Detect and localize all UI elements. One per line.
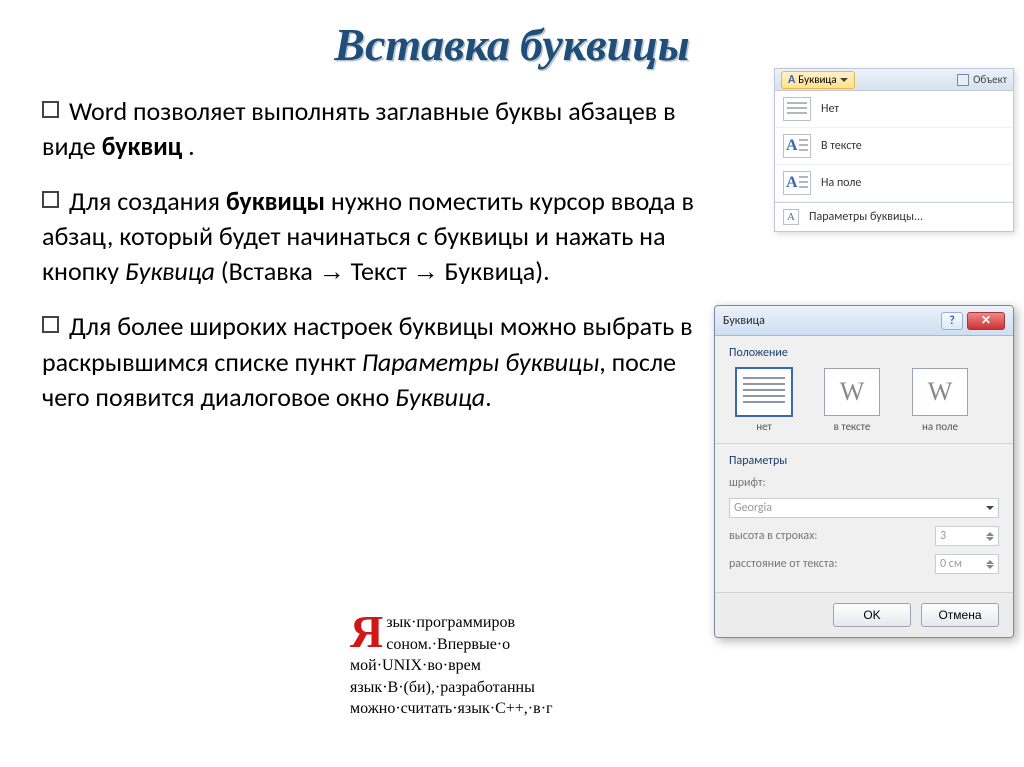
dialog-footer: OK Отмена bbox=[715, 592, 1013, 637]
main-content: Word позволяет выполнять заглавные буквы… bbox=[0, 72, 720, 415]
chevron-down-icon bbox=[986, 506, 994, 510]
example-line: язык·B·(би),·разработанны bbox=[350, 679, 535, 696]
pos-label: нет bbox=[756, 420, 772, 433]
example-line: соном.·Впервые·о bbox=[386, 636, 510, 653]
italic-text: Буквица bbox=[125, 255, 215, 287]
italic-text: Параметры буквицы bbox=[362, 346, 600, 378]
page-title: Вставка буквицы bbox=[0, 0, 1024, 72]
text: Для создания bbox=[69, 185, 226, 217]
font-label: шрифт: bbox=[729, 476, 999, 490]
text: (Вставка bbox=[215, 255, 319, 287]
dialog-body: Положение нет W в тексте W на поле Парам… bbox=[715, 336, 1013, 592]
bold-text: буквиц bbox=[102, 130, 183, 162]
text: Текст bbox=[345, 255, 413, 287]
help-button[interactable]: ? bbox=[941, 312, 963, 330]
dropcap-dialog: Буквица ? ✕ Положение нет W в тексте W н… bbox=[714, 305, 1014, 638]
font-row: шрифт: bbox=[729, 476, 999, 490]
spinner-buttons[interactable] bbox=[986, 532, 994, 541]
text: . bbox=[485, 381, 492, 413]
dropdown-list: Нет A В тексте A На поле A Параметры бук… bbox=[775, 91, 1013, 231]
dropdown-item-params[interactable]: A Параметры буквицы... bbox=[775, 202, 1013, 231]
dropcap-ribbon-button[interactable]: A Буквица bbox=[781, 71, 855, 89]
arrow-icon: → bbox=[413, 256, 439, 286]
distance-row: расстояние от текста: 0 см bbox=[729, 554, 999, 574]
bullet-icon bbox=[42, 101, 59, 118]
dialog-title: Буквица bbox=[723, 314, 765, 328]
text: Буквица). bbox=[439, 255, 550, 287]
object-icon bbox=[957, 74, 969, 86]
button-label: Буквица bbox=[798, 73, 836, 86]
dropcap-in-text-icon: A bbox=[783, 134, 811, 158]
ribbon-dropdown: A Буквица Объект Нет A В тексте A На пол… bbox=[774, 68, 1014, 232]
pos-in-text-icon: W bbox=[824, 368, 880, 416]
item-label: Параметры буквицы... bbox=[809, 210, 923, 224]
text: . bbox=[182, 130, 194, 162]
height-row: высота в строках: 3 bbox=[729, 526, 999, 546]
position-in-text[interactable]: W в тексте bbox=[817, 368, 887, 433]
pos-label: в тексте bbox=[834, 420, 871, 433]
height-value: 3 bbox=[940, 529, 946, 543]
italic-text: Буквица bbox=[395, 381, 485, 413]
section-position-label: Положение bbox=[729, 346, 999, 360]
dropdown-item-none[interactable]: Нет bbox=[775, 91, 1013, 128]
font-select[interactable]: Georgia bbox=[729, 498, 999, 518]
bullet-icon bbox=[42, 316, 59, 333]
dropdown-item-in-margin[interactable]: A На поле bbox=[775, 165, 1013, 202]
item-label: На поле bbox=[821, 176, 861, 190]
section-params-label: Параметры bbox=[729, 454, 999, 468]
example-line: можно·считать·язык·С++,·в·г bbox=[350, 700, 553, 717]
distance-value: 0 см bbox=[940, 557, 962, 571]
pos-label: на поле bbox=[922, 420, 958, 433]
spinner-buttons[interactable] bbox=[986, 560, 994, 569]
example-line: мой·UNIX·во·врем bbox=[350, 657, 481, 674]
height-label: высота в строках: bbox=[729, 529, 935, 543]
bullet-1: Word позволяет выполнять заглавные буквы… bbox=[42, 94, 720, 164]
distance-spinner[interactable]: 0 см bbox=[935, 554, 999, 574]
arrow-icon: → bbox=[319, 256, 345, 286]
cancel-button[interactable]: Отмена bbox=[921, 603, 999, 627]
object-ribbon-button[interactable]: Объект bbox=[957, 73, 1007, 86]
item-label: Нет bbox=[821, 102, 839, 116]
bold-text: буквицы bbox=[226, 185, 325, 217]
bullet-2: Для создания буквицы нужно поместить кур… bbox=[42, 184, 720, 289]
ok-button[interactable]: OK bbox=[833, 603, 911, 627]
bullet-3: Для более широких настроек буквицы можно… bbox=[42, 309, 720, 414]
no-dropcap-icon bbox=[783, 97, 811, 121]
pos-in-margin-icon: W bbox=[912, 368, 968, 416]
dropcap-in-margin-icon: A bbox=[783, 171, 811, 195]
button-label: Объект bbox=[973, 73, 1007, 86]
dialog-titlebar: Буквица ? ✕ bbox=[715, 306, 1013, 336]
pos-none-icon bbox=[736, 368, 792, 416]
dropcap-example: Я зык·программиров соном.·Впервые·о мой·… bbox=[350, 612, 720, 720]
chevron-down-icon bbox=[840, 78, 848, 82]
settings-a-icon: A bbox=[783, 209, 799, 225]
ribbon-toolbar: A Буквица Объект bbox=[775, 69, 1013, 91]
height-spinner[interactable]: 3 bbox=[935, 526, 999, 546]
bullet-icon bbox=[42, 191, 59, 208]
distance-label: расстояние от текста: bbox=[729, 557, 935, 571]
position-none[interactable]: нет bbox=[729, 368, 799, 433]
dropcap-letter: Я bbox=[350, 614, 383, 652]
letter-a-icon: A bbox=[788, 73, 795, 87]
font-value: Georgia bbox=[734, 501, 772, 515]
close-button[interactable]: ✕ bbox=[967, 312, 1005, 330]
position-in-margin[interactable]: W на поле bbox=[905, 368, 975, 433]
item-label: В тексте bbox=[821, 139, 862, 153]
example-line: зык·программиров bbox=[386, 614, 515, 631]
dropdown-item-in-text[interactable]: A В тексте bbox=[775, 128, 1013, 165]
position-options: нет W в тексте W на поле bbox=[729, 368, 999, 433]
